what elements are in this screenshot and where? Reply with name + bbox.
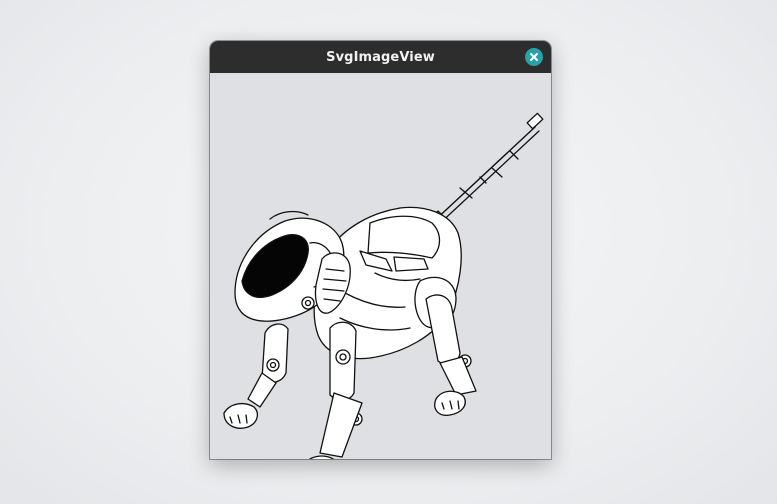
svg-image-area — [210, 73, 551, 459]
close-icon — [530, 53, 538, 61]
window-title: SvgImageView — [326, 49, 435, 65]
app-window: SvgImageView — [210, 41, 551, 459]
tail-antenna — [431, 126, 536, 224]
robot-dog-illustration — [223, 112, 544, 459]
close-button[interactable] — [525, 48, 543, 66]
titlebar[interactable]: SvgImageView — [210, 41, 551, 73]
front-left-leg — [261, 323, 289, 384]
